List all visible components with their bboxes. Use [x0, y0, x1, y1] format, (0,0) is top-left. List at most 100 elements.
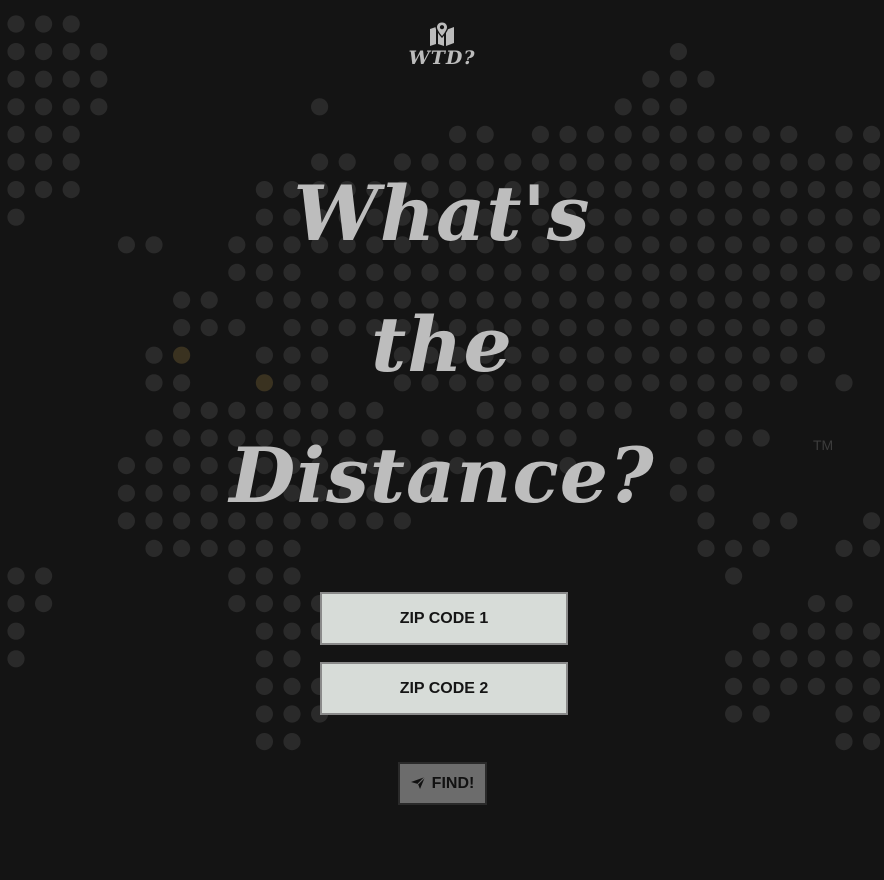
map-dot — [835, 595, 853, 613]
map-dot — [255, 567, 273, 585]
map-dot — [807, 650, 826, 668]
map-dot — [669, 98, 688, 116]
map-marker-icon — [430, 21, 454, 46]
map-dot — [531, 125, 550, 143]
map-dot — [725, 705, 743, 723]
map-dot — [669, 70, 688, 88]
map-dot — [283, 622, 301, 640]
map-dot — [863, 677, 881, 696]
map-dot — [255, 539, 273, 558]
map-dot — [145, 539, 163, 558]
map-dot — [697, 539, 715, 558]
map-dot — [835, 125, 853, 143]
map-dot — [807, 622, 826, 640]
map-dot — [7, 622, 25, 640]
map-dot — [752, 650, 770, 668]
map-dot — [255, 595, 273, 613]
map-dot — [863, 705, 881, 723]
map-dot — [642, 125, 660, 143]
map-dot — [7, 125, 25, 143]
map-dot — [200, 539, 218, 558]
map-dot — [255, 650, 273, 668]
map-dot — [725, 677, 743, 696]
map-dot — [807, 595, 826, 613]
map-dot — [559, 125, 577, 143]
map-dot — [752, 677, 770, 696]
map-dot — [863, 733, 881, 751]
map-dot — [697, 70, 715, 88]
map-dot — [476, 125, 494, 143]
map-dot — [283, 539, 301, 558]
map-dot — [780, 125, 798, 143]
brand-name: WTD? — [408, 47, 476, 69]
map-dot — [62, 98, 80, 116]
map-dot — [614, 125, 632, 143]
map-dot — [228, 567, 246, 585]
map-dot — [283, 650, 301, 668]
map-dot — [173, 539, 191, 558]
map-dot — [835, 705, 853, 723]
map-dot — [283, 595, 301, 613]
trademark-mark: TM — [813, 437, 834, 453]
brand-logo[interactable]: WTD? — [0, 20, 884, 69]
map-dot — [62, 125, 80, 143]
zip-code-2-input[interactable] — [320, 662, 568, 715]
send-icon — [410, 776, 425, 789]
map-dot — [283, 567, 301, 585]
map-dot — [835, 733, 853, 751]
map-dot — [587, 125, 605, 143]
map-dot — [725, 125, 743, 143]
map-dot — [725, 650, 743, 668]
map-dot — [90, 98, 108, 116]
map-dot — [614, 98, 632, 116]
map-dot — [835, 650, 853, 668]
find-button-label: FIND! — [431, 774, 475, 792]
map-dot — [7, 595, 25, 613]
map-dot — [863, 125, 881, 143]
map-dot — [283, 705, 301, 723]
map-dot — [255, 677, 273, 696]
map-dot — [7, 650, 25, 668]
map-dot — [35, 567, 53, 585]
map-dot — [725, 539, 743, 558]
find-button[interactable]: FIND! — [398, 762, 487, 805]
map-dot — [752, 125, 770, 143]
title-line-2: the — [371, 300, 513, 389]
map-dot — [255, 733, 273, 751]
map-dot — [7, 567, 25, 585]
map-dot — [642, 70, 660, 88]
map-dot — [311, 98, 329, 116]
map-dot — [642, 98, 660, 116]
zip-code-1-input[interactable] — [320, 592, 568, 645]
map-dot — [7, 98, 25, 116]
map-dot — [807, 677, 826, 696]
map-dot — [752, 705, 770, 723]
page-title: What's the Distance? — [0, 148, 884, 541]
map-dot — [752, 539, 770, 558]
map-dot — [449, 125, 467, 143]
map-dot — [697, 125, 715, 143]
map-dot — [835, 677, 853, 696]
map-dot — [780, 650, 798, 668]
map-dot — [835, 539, 853, 558]
map-dot — [62, 70, 80, 88]
map-dot — [863, 539, 881, 558]
map-dot — [835, 622, 853, 640]
map-dot — [255, 705, 273, 723]
map-dot — [90, 70, 108, 88]
map-dot — [669, 125, 688, 143]
map-dot — [35, 98, 53, 116]
map-dot — [35, 125, 53, 143]
map-dot — [35, 595, 53, 613]
map-dot — [725, 567, 743, 585]
map-dot — [863, 650, 881, 668]
title-line-3: Distance? — [229, 431, 655, 520]
map-dot — [863, 622, 881, 640]
map-dot — [35, 70, 53, 88]
map-dot — [780, 622, 798, 640]
map-dot — [228, 595, 246, 613]
map-dot — [7, 70, 25, 88]
map-dot — [780, 677, 798, 696]
map-dot — [283, 677, 301, 696]
map-dot — [255, 622, 273, 640]
